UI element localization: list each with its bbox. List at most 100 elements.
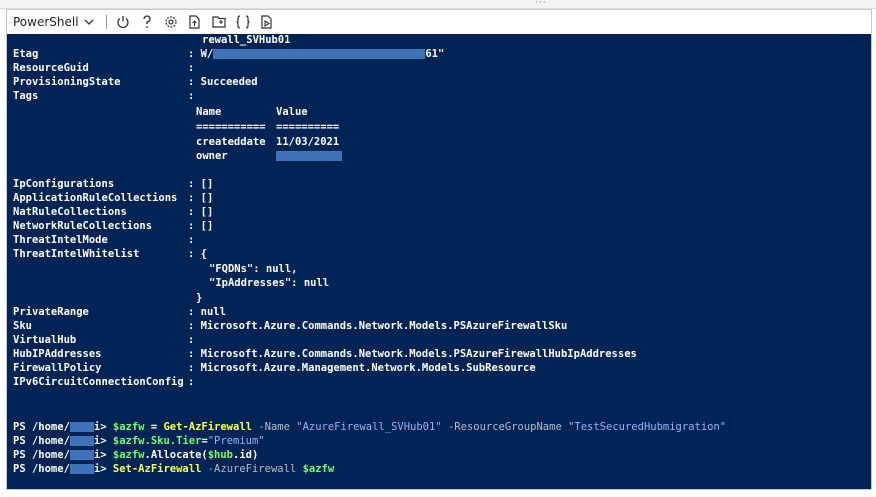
property-row: IPv6CircuitConnectionConfig: (13, 376, 201, 388)
property-value: [] (200, 206, 214, 218)
command-variable: $azfw (302, 463, 335, 475)
upload-download-icon[interactable] (185, 12, 205, 32)
redaction-bar (276, 151, 342, 161)
property-key: Sku (13, 320, 32, 332)
property-row: Sku: Microsoft.Azure.Commands.Network.Mo… (13, 320, 568, 332)
property-row: FirewallPolicy: Microsoft.Azure.Manageme… (13, 362, 536, 374)
help-icon[interactable] (137, 12, 157, 32)
prompt-start: PS /home/ (13, 463, 70, 475)
prompt-end: i> (93, 463, 107, 475)
tags-underline-value: ========== (276, 121, 340, 133)
property-key: ThreatIntelMode (13, 234, 108, 246)
command-string: "Premium" (207, 435, 265, 447)
command-cmdlet: Get-AzFirewall (163, 421, 252, 433)
prompt-start: PS /home/ (13, 449, 70, 461)
tag-name: createddate (196, 136, 266, 148)
tags-col-value: Value (276, 106, 308, 118)
shell-selector-label: PowerShell (13, 15, 79, 29)
property-row: ProvisioningState: Succeeded (13, 76, 258, 88)
tag-name: owner (196, 150, 228, 162)
property-key: NetworkRuleCollections (13, 220, 153, 232)
cloud-shell-toolbar: PowerShell (6, 9, 872, 34)
property-row: ApplicationRuleCollections: [] (13, 192, 214, 204)
command-variable: $azfw (112, 449, 145, 461)
property-row: ThreatIntelWhitelist: { (13, 248, 207, 260)
property-row: NetworkRuleCollections: [] (13, 220, 214, 232)
property-value: Microsoft.Azure.Management.Network.Model… (200, 362, 536, 374)
command-string: "AzureFirewall_SVHub01" (296, 421, 442, 433)
prompt-end: i> (93, 421, 107, 433)
command-parameter: -AzureFirewall (201, 463, 303, 475)
shell-selector[interactable]: PowerShell (7, 10, 102, 34)
property-row: VirtualHub: (13, 334, 201, 346)
cloud-shell-window: ··· PowerShell rewall_SVHub01 Etag: W/ … (0, 0, 876, 497)
property-value: [] (200, 178, 214, 190)
tags-table-header: Name Value (196, 105, 308, 119)
command-string: "TestSecuredHubmigration" (568, 421, 727, 433)
braces-icon[interactable] (233, 12, 253, 32)
property-key: Etag (13, 48, 39, 60)
command-cmdlet: Set-AzFirewall (112, 463, 202, 475)
tags-table-row: createddate 11/03/2021 (196, 135, 339, 149)
power-icon[interactable] (113, 12, 133, 32)
tags-underline-name: =========== (196, 121, 266, 133)
command-line: PS /home/i> $azfw.Allocate($hub.id) (13, 448, 258, 462)
json-text: "FQDNs": null, (209, 263, 298, 275)
terminal-console[interactable]: rewall_SVHub01 Etag: W/61" ResourceGuid:… (6, 34, 872, 490)
tag-value: 11/03/2021 (276, 136, 340, 148)
command-operator: = (144, 421, 164, 433)
prompt-end: i> (93, 435, 107, 447)
property-key: VirtualHub (13, 334, 77, 346)
prompt-end: i> (93, 449, 107, 461)
output-text: rewall_SVHub01 (202, 34, 291, 46)
command-text: .Allocate( (144, 449, 208, 461)
property-value: [] (200, 192, 214, 204)
property-key: ApplicationRuleCollections (13, 192, 178, 204)
prompt-start: PS /home/ (13, 421, 70, 433)
property-row: NatRuleCollections: [] (13, 206, 214, 218)
command-variable: $hub (207, 449, 234, 461)
property-row: ResourceGuid: (13, 62, 201, 74)
gear-icon[interactable] (161, 12, 181, 32)
property-value-tail: 61" (425, 48, 445, 60)
property-key: NatRuleCollections (13, 206, 127, 218)
json-text: "IpAddresses": null (209, 277, 330, 289)
property-value: Microsoft.Azure.Commands.Network.Models.… (200, 320, 568, 332)
resize-grip-icon[interactable]: ··· (535, 0, 547, 8)
property-key: FirewallPolicy (13, 362, 102, 374)
chevron-down-icon (84, 17, 94, 28)
property-key: HubIPAddresses (13, 348, 102, 360)
command-line: PS /home/i> Set-AzFirewall -AzureFirewal… (13, 462, 334, 476)
property-key: IpConfigurations (13, 178, 115, 190)
tags-table-underline: =========== ========== (196, 120, 339, 134)
property-row: ThreatIntelMode: (13, 234, 201, 246)
json-text: } (196, 292, 203, 304)
property-row: HubIPAddresses: Microsoft.Azure.Commands… (13, 348, 637, 360)
redaction-bar (213, 49, 426, 59)
property-value: [] (200, 220, 214, 232)
prompt-start: PS /home/ (13, 435, 70, 447)
open-editor-icon[interactable] (209, 12, 229, 32)
command-text: .id) (233, 449, 259, 461)
property-row: Etag: W/61" (13, 48, 445, 60)
redaction-bar (69, 450, 94, 460)
property-row: Tags: (13, 90, 201, 102)
tags-col-name: Name (196, 106, 222, 118)
tags-table-row: owner (196, 149, 342, 163)
property-value: Succeeded (200, 76, 258, 88)
json-line: } (196, 291, 202, 305)
window-top-bar: ··· (0, 0, 876, 9)
property-row: IpConfigurations: [] (13, 178, 214, 190)
property-key: PrivateRange (13, 306, 89, 318)
output-line: rewall_SVHub01 (202, 34, 291, 47)
web-preview-icon[interactable] (257, 12, 277, 32)
property-value: null (200, 306, 226, 318)
property-key: ResourceGuid (13, 62, 89, 74)
property-key: Tags (13, 90, 39, 102)
property-key: IPv6CircuitConnectionConfig (13, 376, 184, 388)
command-parameter: -ResourceGroupName (441, 421, 569, 433)
redaction-bar (69, 436, 94, 446)
redaction-bar (69, 422, 94, 432)
property-value: Microsoft.Azure.Commands.Network.Models.… (200, 348, 637, 360)
command-line: PS /home/i> $azfw = Get-AzFirewall -Name… (13, 420, 726, 434)
